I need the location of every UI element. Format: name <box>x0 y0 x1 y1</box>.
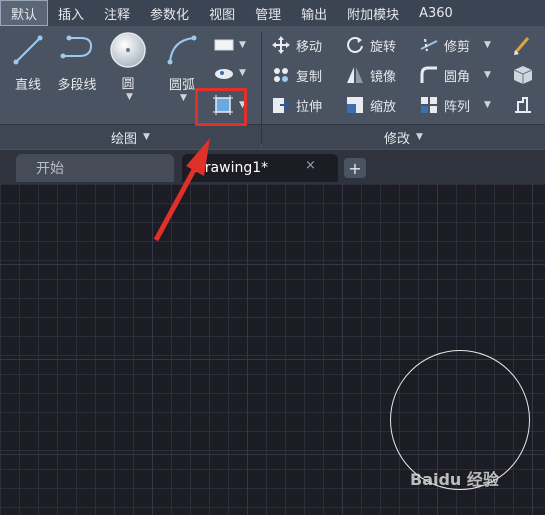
annotation-arrow <box>153 138 210 242</box>
